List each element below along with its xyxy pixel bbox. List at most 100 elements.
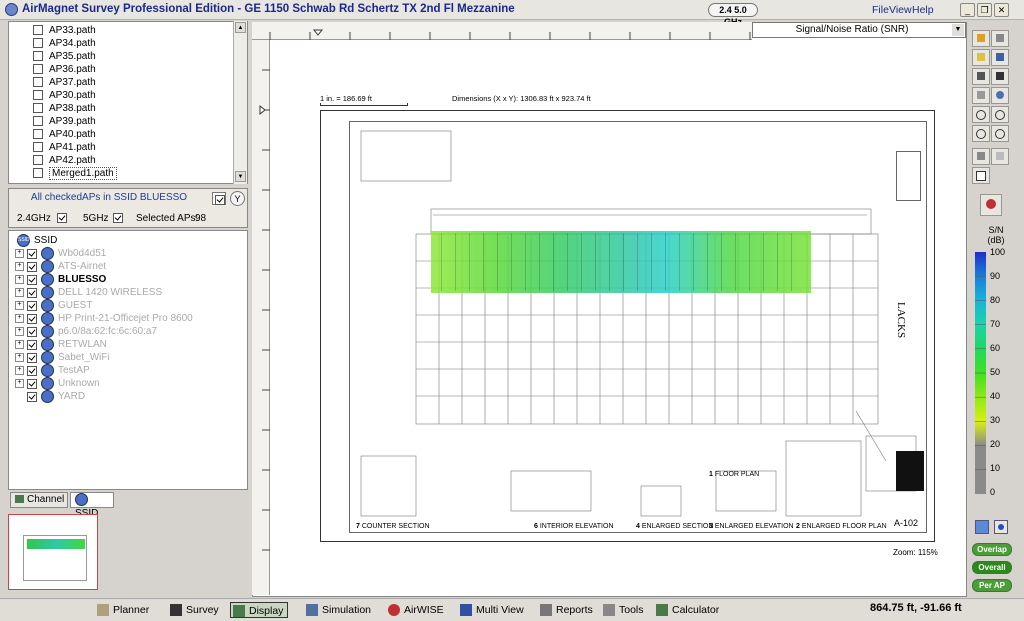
band-24-checkbox[interactable]	[57, 213, 67, 224]
tab-airwise[interactable]: AirWISE	[386, 602, 444, 618]
checkbox-icon[interactable]	[33, 77, 43, 88]
list-item[interactable]: + Sabet_WiFi	[15, 351, 110, 364]
path-item[interactable]: AP41.path	[33, 142, 96, 155]
ruler-ticks	[269, 29, 751, 40]
checkbox-icon[interactable]	[33, 116, 43, 127]
cursor-coordinates: 864.75 ft, -91.66 ft	[870, 602, 962, 614]
path-item[interactable]: AP30.path	[33, 90, 96, 103]
checkbox-icon[interactable]	[33, 64, 43, 75]
path-item[interactable]: Merged1.path	[33, 167, 117, 181]
zoom-fit-icon[interactable]	[972, 125, 990, 142]
list-item[interactable]: + ATS-Airnet	[15, 260, 106, 273]
display-mode-select[interactable]: Signal/Noise Ratio (SNR) ▼	[752, 22, 966, 38]
path-item[interactable]: AP34.path	[33, 38, 96, 51]
list-item[interactable]: + DELL 1420 WIRELESS	[15, 286, 162, 299]
list-item[interactable]: + p6.0/8a:62:fc:6c:60:a7	[15, 325, 157, 338]
text-icon[interactable]	[972, 167, 990, 184]
selected-aps-label: Selected APs:	[136, 213, 199, 224]
tab-reports[interactable]: Reports	[538, 602, 593, 618]
list-item[interactable]: + Unknown	[15, 377, 100, 390]
survey-walk-icon[interactable]	[991, 68, 1009, 85]
restore-icon[interactable]: ❐	[977, 3, 992, 17]
chevron-down-icon[interactable]: ▼	[952, 24, 964, 36]
checkbox-icon[interactable]	[33, 103, 43, 114]
per-ap-button[interactable]: Per AP	[972, 579, 1012, 592]
path-item[interactable]: AP36.path	[33, 64, 96, 77]
tab-tools[interactable]: Tools	[601, 602, 644, 618]
tab-survey[interactable]: Survey	[168, 602, 219, 618]
band-badge[interactable]: 2.4 5.0 GHz	[708, 3, 758, 27]
checkbox-icon[interactable]	[33, 142, 43, 153]
list-item[interactable]: + GUEST	[15, 299, 92, 312]
legend-tick: 10	[990, 463, 1001, 473]
menu-file[interactable]: File	[872, 4, 889, 16]
path-item[interactable]: AP40.path	[33, 129, 96, 142]
path-item[interactable]: AP35.path	[33, 51, 96, 64]
menu-help[interactable]: Help	[912, 4, 934, 16]
floor-plan-lines	[360, 130, 917, 517]
scroll-down-icon[interactable]: ▼	[235, 171, 246, 182]
list-item[interactable]: + HP Print-21-Officejet Pro 8600	[15, 312, 193, 325]
document-icon[interactable]	[972, 87, 990, 104]
checkbox-icon[interactable]	[33, 168, 43, 179]
ssid-tree: SSID SSID + Wb0d4d51 + ATS-Airnet + BLUESSO …	[8, 230, 248, 490]
path-item[interactable]: AP38.path	[33, 103, 96, 116]
band-5-checkbox[interactable]	[113, 213, 123, 224]
tab-channel[interactable]: Channel	[10, 492, 68, 508]
moon-icon[interactable]	[991, 87, 1009, 104]
layers-icon[interactable]	[991, 148, 1009, 165]
checkbox-icon[interactable]	[33, 25, 43, 36]
checkbox-icon[interactable]	[33, 51, 43, 62]
tab-simulation[interactable]: Simulation	[304, 602, 371, 618]
warning-icon[interactable]	[972, 30, 990, 47]
snr-legend-bar	[975, 252, 986, 494]
network-icon	[41, 312, 54, 325]
section-label: 3 ENLARGED ELEVATION	[709, 523, 794, 530]
close-icon[interactable]: ✕	[994, 3, 1009, 17]
zoom-reset-icon[interactable]	[991, 125, 1009, 142]
overlap-button[interactable]: Overlap	[972, 543, 1012, 556]
minimize-icon[interactable]: _	[960, 3, 975, 17]
walk-path-icon[interactable]	[972, 68, 990, 85]
list-item[interactable]: + RETWLAN	[15, 338, 107, 351]
menu-view[interactable]: View	[889, 4, 912, 16]
import-icon[interactable]	[972, 49, 990, 66]
path-tree: AP33.path AP34.path AP35.path AP36.path …	[8, 21, 248, 184]
all-ap-icon[interactable]	[994, 520, 1008, 534]
zoom-out-icon[interactable]	[991, 106, 1009, 123]
zoom-in-icon[interactable]	[972, 106, 990, 123]
tab-multi-view[interactable]: Multi View	[458, 602, 524, 618]
single-ap-icon[interactable]	[975, 520, 989, 534]
checkbox-icon[interactable]	[33, 38, 43, 49]
grid-icon[interactable]	[972, 148, 990, 165]
checkbox-icon[interactable]	[33, 155, 43, 166]
ap-heatmap-icon[interactable]	[980, 194, 1002, 216]
ruler-ticks	[259, 69, 270, 551]
list-item[interactable]: +YARD	[15, 390, 85, 403]
checkbox-icon[interactable]	[33, 90, 43, 101]
list-item[interactable]: + Wb0d4d51	[15, 247, 106, 260]
tab-ssid[interactable]: SSID	[70, 492, 114, 519]
list-item[interactable]: + TestAP	[15, 364, 90, 377]
tab-display[interactable]: Display	[230, 602, 289, 618]
save-icon[interactable]	[991, 49, 1009, 66]
tab-planner[interactable]: Planner	[95, 602, 149, 618]
checkbox-icon[interactable]	[33, 129, 43, 140]
tab-calculator[interactable]: Calculator	[654, 602, 719, 618]
checklist-icon[interactable]	[212, 192, 226, 205]
print-icon[interactable]	[991, 30, 1009, 47]
sheet-number: A-102	[894, 518, 919, 528]
path-item[interactable]: AP39.path	[33, 116, 96, 129]
path-item[interactable]: AP33.path	[33, 25, 96, 38]
filter-icon[interactable]: Y	[230, 191, 245, 206]
path-item[interactable]: AP37.path	[33, 77, 96, 90]
title-bar: AirMagnet Survey Professional Edition - …	[0, 0, 1024, 27]
selected-aps-count: 98	[195, 213, 207, 224]
network-icon	[41, 273, 54, 286]
ssid-root[interactable]: SSID SSID	[13, 234, 57, 247]
list-item[interactable]: + BLUESSO	[15, 273, 106, 286]
tree-scrollbar[interactable]: ▲ ▼	[233, 21, 247, 184]
overall-button[interactable]: Overall	[972, 561, 1012, 574]
scroll-up-icon[interactable]: ▲	[235, 22, 246, 33]
map-thumbnail[interactable]	[8, 514, 98, 590]
